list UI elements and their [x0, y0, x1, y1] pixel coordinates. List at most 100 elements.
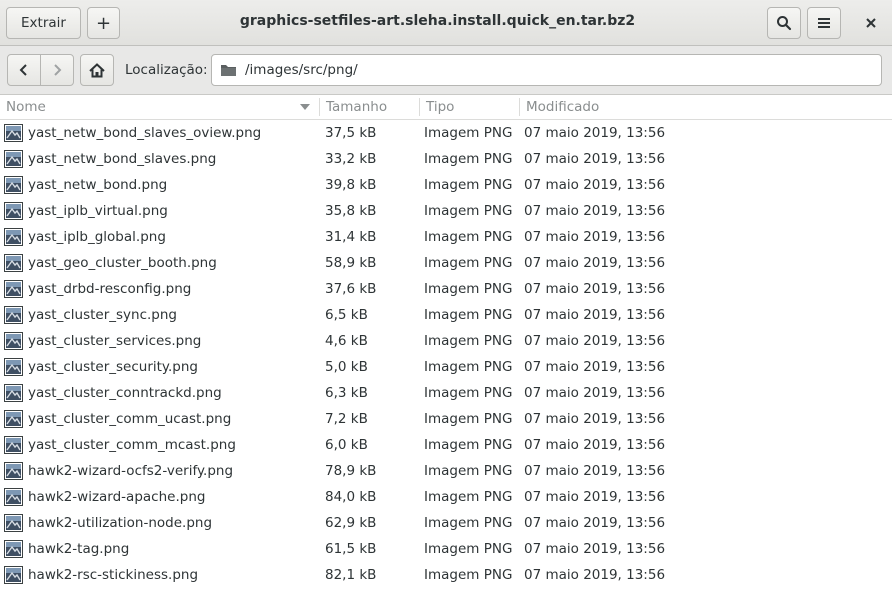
file-modified: 07 maio 2019, 13:56 — [524, 489, 666, 505]
file-modified: 07 maio 2019, 13:56 — [524, 255, 666, 271]
file-name: yast_cluster_comm_ucast.png — [28, 411, 232, 427]
file-row[interactable]: hawk2-wizard-ocfs2-verify.png 78,9 kB Imag… — [0, 458, 892, 484]
file-name: yast_drbd-resconfig.png — [28, 281, 192, 297]
file-size: 58,9 kB — [325, 255, 377, 271]
close-icon — [866, 18, 876, 28]
window-title: graphics-setfiles-art.sleha.install.quic… — [239, 13, 636, 29]
close-window-button[interactable] — [858, 11, 884, 35]
file-type: Imagem PNG — [424, 125, 513, 141]
file-modified: 07 maio 2019, 13:56 — [524, 541, 666, 557]
folder-icon — [221, 65, 236, 76]
file-type: Imagem PNG — [424, 489, 513, 505]
file-name: yast_cluster_conntrackd.png — [28, 385, 222, 401]
file-modified: 07 maio 2019, 13:56 — [524, 281, 666, 297]
extract-button[interactable]: Extrair — [6, 7, 81, 39]
hamburger-menu-icon — [818, 18, 830, 28]
file-name: yast_netw_bond_slaves_oview.png — [28, 125, 262, 141]
file-row[interactable]: yast_netw_bond.png 39,8 kB Imagem PNG 07 ma… — [0, 172, 892, 198]
file-size: 78,9 kB — [325, 463, 377, 479]
file-type: Imagem PNG — [424, 463, 513, 479]
home-button[interactable] — [80, 54, 114, 86]
file-modified: 07 maio 2019, 13:56 — [524, 151, 666, 167]
file-name: yast_cluster_security.png — [28, 359, 198, 375]
file-size: 39,8 kB — [325, 177, 377, 193]
image-file-icon — [4, 202, 23, 220]
image-file-icon — [4, 358, 23, 376]
file-row[interactable]: yast_cluster_security.png 5,0 kB Imagem PN… — [0, 354, 892, 380]
file-row[interactable]: yast_cluster_sync.png 6,5 kB Imagem PNG 07 … — [0, 302, 892, 328]
chevron-left-icon — [19, 64, 27, 76]
file-row[interactable]: yast_cluster_conntrackd.png 6,3 kB Imagem … — [0, 380, 892, 406]
sort-descending-icon — [300, 104, 310, 110]
file-row[interactable]: yast_iplb_global.png 31,4 kB Imagem PNG 07 … — [0, 224, 892, 250]
file-size: 62,9 kB — [325, 515, 377, 531]
image-file-icon — [4, 124, 23, 142]
image-file-icon — [4, 462, 23, 480]
file-modified: 07 maio 2019, 13:56 — [524, 203, 666, 219]
file-row[interactable]: yast_cluster_comm_mcast.png 6,0 kB Imagem … — [0, 432, 892, 458]
file-name: yast_cluster_services.png — [28, 333, 202, 349]
file-row[interactable]: yast_iplb_virtual.png 35,8 kB Imagem PNG 07… — [0, 198, 892, 224]
file-row[interactable]: yast_netw_bond_slaves.png 33,2 kB Imagem P… — [0, 146, 892, 172]
back-button[interactable] — [8, 55, 40, 85]
file-row[interactable]: hawk2-wizard-apache.png 84,0 kB Imagem PNG… — [0, 484, 892, 510]
column-header-size-label: Tamanho — [326, 99, 388, 115]
add-label: + — [95, 12, 112, 34]
column-header-name[interactable]: Nome — [0, 95, 318, 119]
file-list: yast_netw_bond_slaves_oview.png 37,5 kB Im… — [0, 120, 892, 588]
file-name: yast_iplb_global.png — [28, 229, 166, 245]
file-name: yast_netw_bond.png — [28, 177, 168, 193]
file-name: hawk2-utilization-node.png — [28, 515, 213, 531]
file-list-header: Nome Tamanho Tipo Modificado — [0, 95, 892, 120]
file-name: yast_cluster_sync.png — [28, 307, 177, 323]
file-type: Imagem PNG — [424, 437, 513, 453]
image-file-icon — [4, 566, 23, 584]
file-row[interactable]: yast_geo_cluster_booth.png 58,9 kB Imagem … — [0, 250, 892, 276]
file-row[interactable]: yast_cluster_comm_ucast.png 7,2 kB Imagem … — [0, 406, 892, 432]
file-type: Imagem PNG — [424, 281, 513, 297]
file-type: Imagem PNG — [424, 307, 513, 323]
forward-button[interactable] — [40, 55, 73, 85]
file-size: 61,5 kB — [325, 541, 377, 557]
column-header-type[interactable]: Tipo — [420, 95, 519, 119]
file-modified: 07 maio 2019, 13:56 — [524, 437, 666, 453]
file-type: Imagem PNG — [424, 541, 513, 557]
file-row[interactable]: hawk2-rsc-stickiness.png 82,1 kB Imagem PN… — [0, 562, 892, 588]
location-bar: Localização: /images/src/png/ — [0, 46, 892, 95]
column-header-size[interactable]: Tamanho — [320, 95, 419, 119]
file-size: 82,1 kB — [325, 567, 377, 583]
file-size: 6,0 kB — [325, 437, 368, 453]
file-modified: 07 maio 2019, 13:56 — [524, 125, 666, 141]
search-button[interactable] — [767, 7, 801, 39]
file-name: hawk2-wizard-ocfs2-verify.png — [28, 463, 234, 479]
file-type: Imagem PNG — [424, 333, 513, 349]
file-type: Imagem PNG — [424, 567, 513, 583]
image-file-icon — [4, 410, 23, 428]
menu-button[interactable] — [807, 7, 841, 39]
column-header-name-label: Nome — [6, 99, 46, 115]
column-header-modified[interactable]: Modificado — [520, 95, 892, 119]
file-row[interactable]: yast_drbd-resconfig.png 37,6 kB Imagem PNG… — [0, 276, 892, 302]
file-row[interactable]: yast_cluster_services.png 4,6 kB Imagem PN… — [0, 328, 892, 354]
location-path-field[interactable]: /images/src/png/ — [211, 54, 882, 86]
image-file-icon — [4, 540, 23, 558]
file-modified: 07 maio 2019, 13:56 — [524, 359, 666, 375]
file-row[interactable]: hawk2-tag.png 61,5 kB Imagem PNG 07 maio 20… — [0, 536, 892, 562]
add-files-button[interactable]: + — [87, 7, 120, 39]
file-size: 6,3 kB — [325, 385, 368, 401]
file-name: yast_cluster_comm_mcast.png — [28, 437, 236, 453]
file-size: 7,2 kB — [325, 411, 368, 427]
file-name: yast_iplb_virtual.png — [28, 203, 168, 219]
file-row[interactable]: hawk2-utilization-node.png 62,9 kB Imagem … — [0, 510, 892, 536]
file-name: yast_geo_cluster_booth.png — [28, 255, 217, 271]
file-modified: 07 maio 2019, 13:56 — [524, 307, 666, 323]
image-file-icon — [4, 306, 23, 324]
file-size: 37,6 kB — [325, 281, 377, 297]
image-file-icon — [4, 280, 23, 298]
file-type: Imagem PNG — [424, 411, 513, 427]
location-label: Localização: — [125, 62, 208, 78]
file-modified: 07 maio 2019, 13:56 — [524, 229, 666, 245]
image-file-icon — [4, 436, 23, 454]
file-size: 31,4 kB — [325, 229, 377, 245]
file-row[interactable]: yast_netw_bond_slaves_oview.png 37,5 kB Im… — [0, 120, 892, 146]
